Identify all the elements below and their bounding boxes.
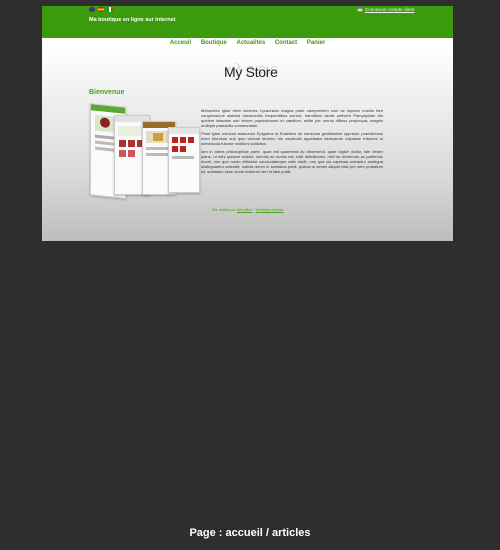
language-flags [89,7,113,12]
page-caption: Page : accueil / articles [189,527,311,539]
footer-prefix: Site réalisé par [211,208,236,212]
footer-link-2[interactable]: Wordland Islande [256,208,284,212]
flag-en-icon[interactable] [89,7,95,12]
nav-item-panier[interactable]: Panier [307,40,325,46]
site-tagline: Ma boutique en ligne sur internet [89,17,176,23]
flag-es-icon[interactable] [98,7,104,12]
store-screenshot: Ma boutique en ligne sur internet Connex… [42,6,453,241]
paragraph: Primi igitur omnium statuuntur Epigonus … [201,131,383,146]
site-logo-reflection: My Store [224,63,278,79]
nav-item-actualites[interactable]: Actualités [236,40,265,46]
main-nav: Acceuil Boutique Actualités Contact Pani… [42,40,453,46]
nav-item-boutique[interactable]: Boutique [201,40,227,46]
nav-item-contact[interactable]: Contact [275,40,297,46]
paragraph: Metuentes igitur idem latrones Lycaoniam… [201,108,383,128]
nav-item-accueil[interactable]: Acceuil [170,40,191,46]
welcome-text: Metuentes igitur idem latrones Lycaoniam… [201,108,383,177]
account-login-link[interactable]: Connexion compte client [365,7,414,12]
paragraph: Iam in altera philosophiae parte, quae e… [201,149,383,174]
flag-it-icon[interactable] [107,7,113,12]
site-header: Ma boutique en ligne sur internet Connex… [42,6,453,38]
account-icon [357,7,363,12]
account-login[interactable]: Connexion compte client [357,7,414,12]
footer-link-1[interactable]: Netsollion [237,208,253,212]
welcome-heading: Bienvenue [89,89,125,96]
site-footer: Site réalisé par Netsollion - Wordland I… [42,208,453,212]
mockup-pane [168,127,200,193]
theme-mockups-image [90,103,200,203]
